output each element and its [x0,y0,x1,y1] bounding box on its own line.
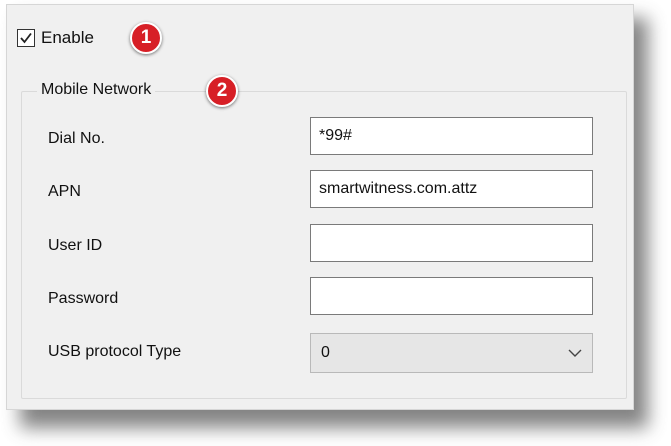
dial-no-input[interactable] [310,117,593,155]
apn-input[interactable] [310,170,593,208]
apn-label: APN [48,183,81,200]
dial-no-label: Dial No. [48,130,105,147]
enable-checkbox-row[interactable]: Enable [17,27,94,49]
password-label: Password [48,290,119,307]
mobile-network-title: Mobile Network [37,81,156,99]
user-id-label: User ID [48,237,103,254]
usb-protocol-type-select[interactable]: 0 [310,333,593,373]
settings-panel: Enable 1 Mobile Network 2 Dial No. APN U… [6,4,634,410]
enable-checkbox[interactable] [17,29,35,47]
enable-label: Enable [41,28,94,47]
user-id-input[interactable] [310,224,593,262]
password-input[interactable] [310,277,593,315]
usb-protocol-type-value: 0 [321,344,330,361]
usb-protocol-type-label: USB protocol Type [48,343,182,360]
chevron-down-icon [568,349,582,357]
stage: Enable 1 Mobile Network 2 Dial No. APN U… [0,0,671,446]
callout-badge-2: 2 [206,75,238,107]
callout-badge-1: 1 [130,22,162,54]
checkmark-icon [20,32,32,44]
